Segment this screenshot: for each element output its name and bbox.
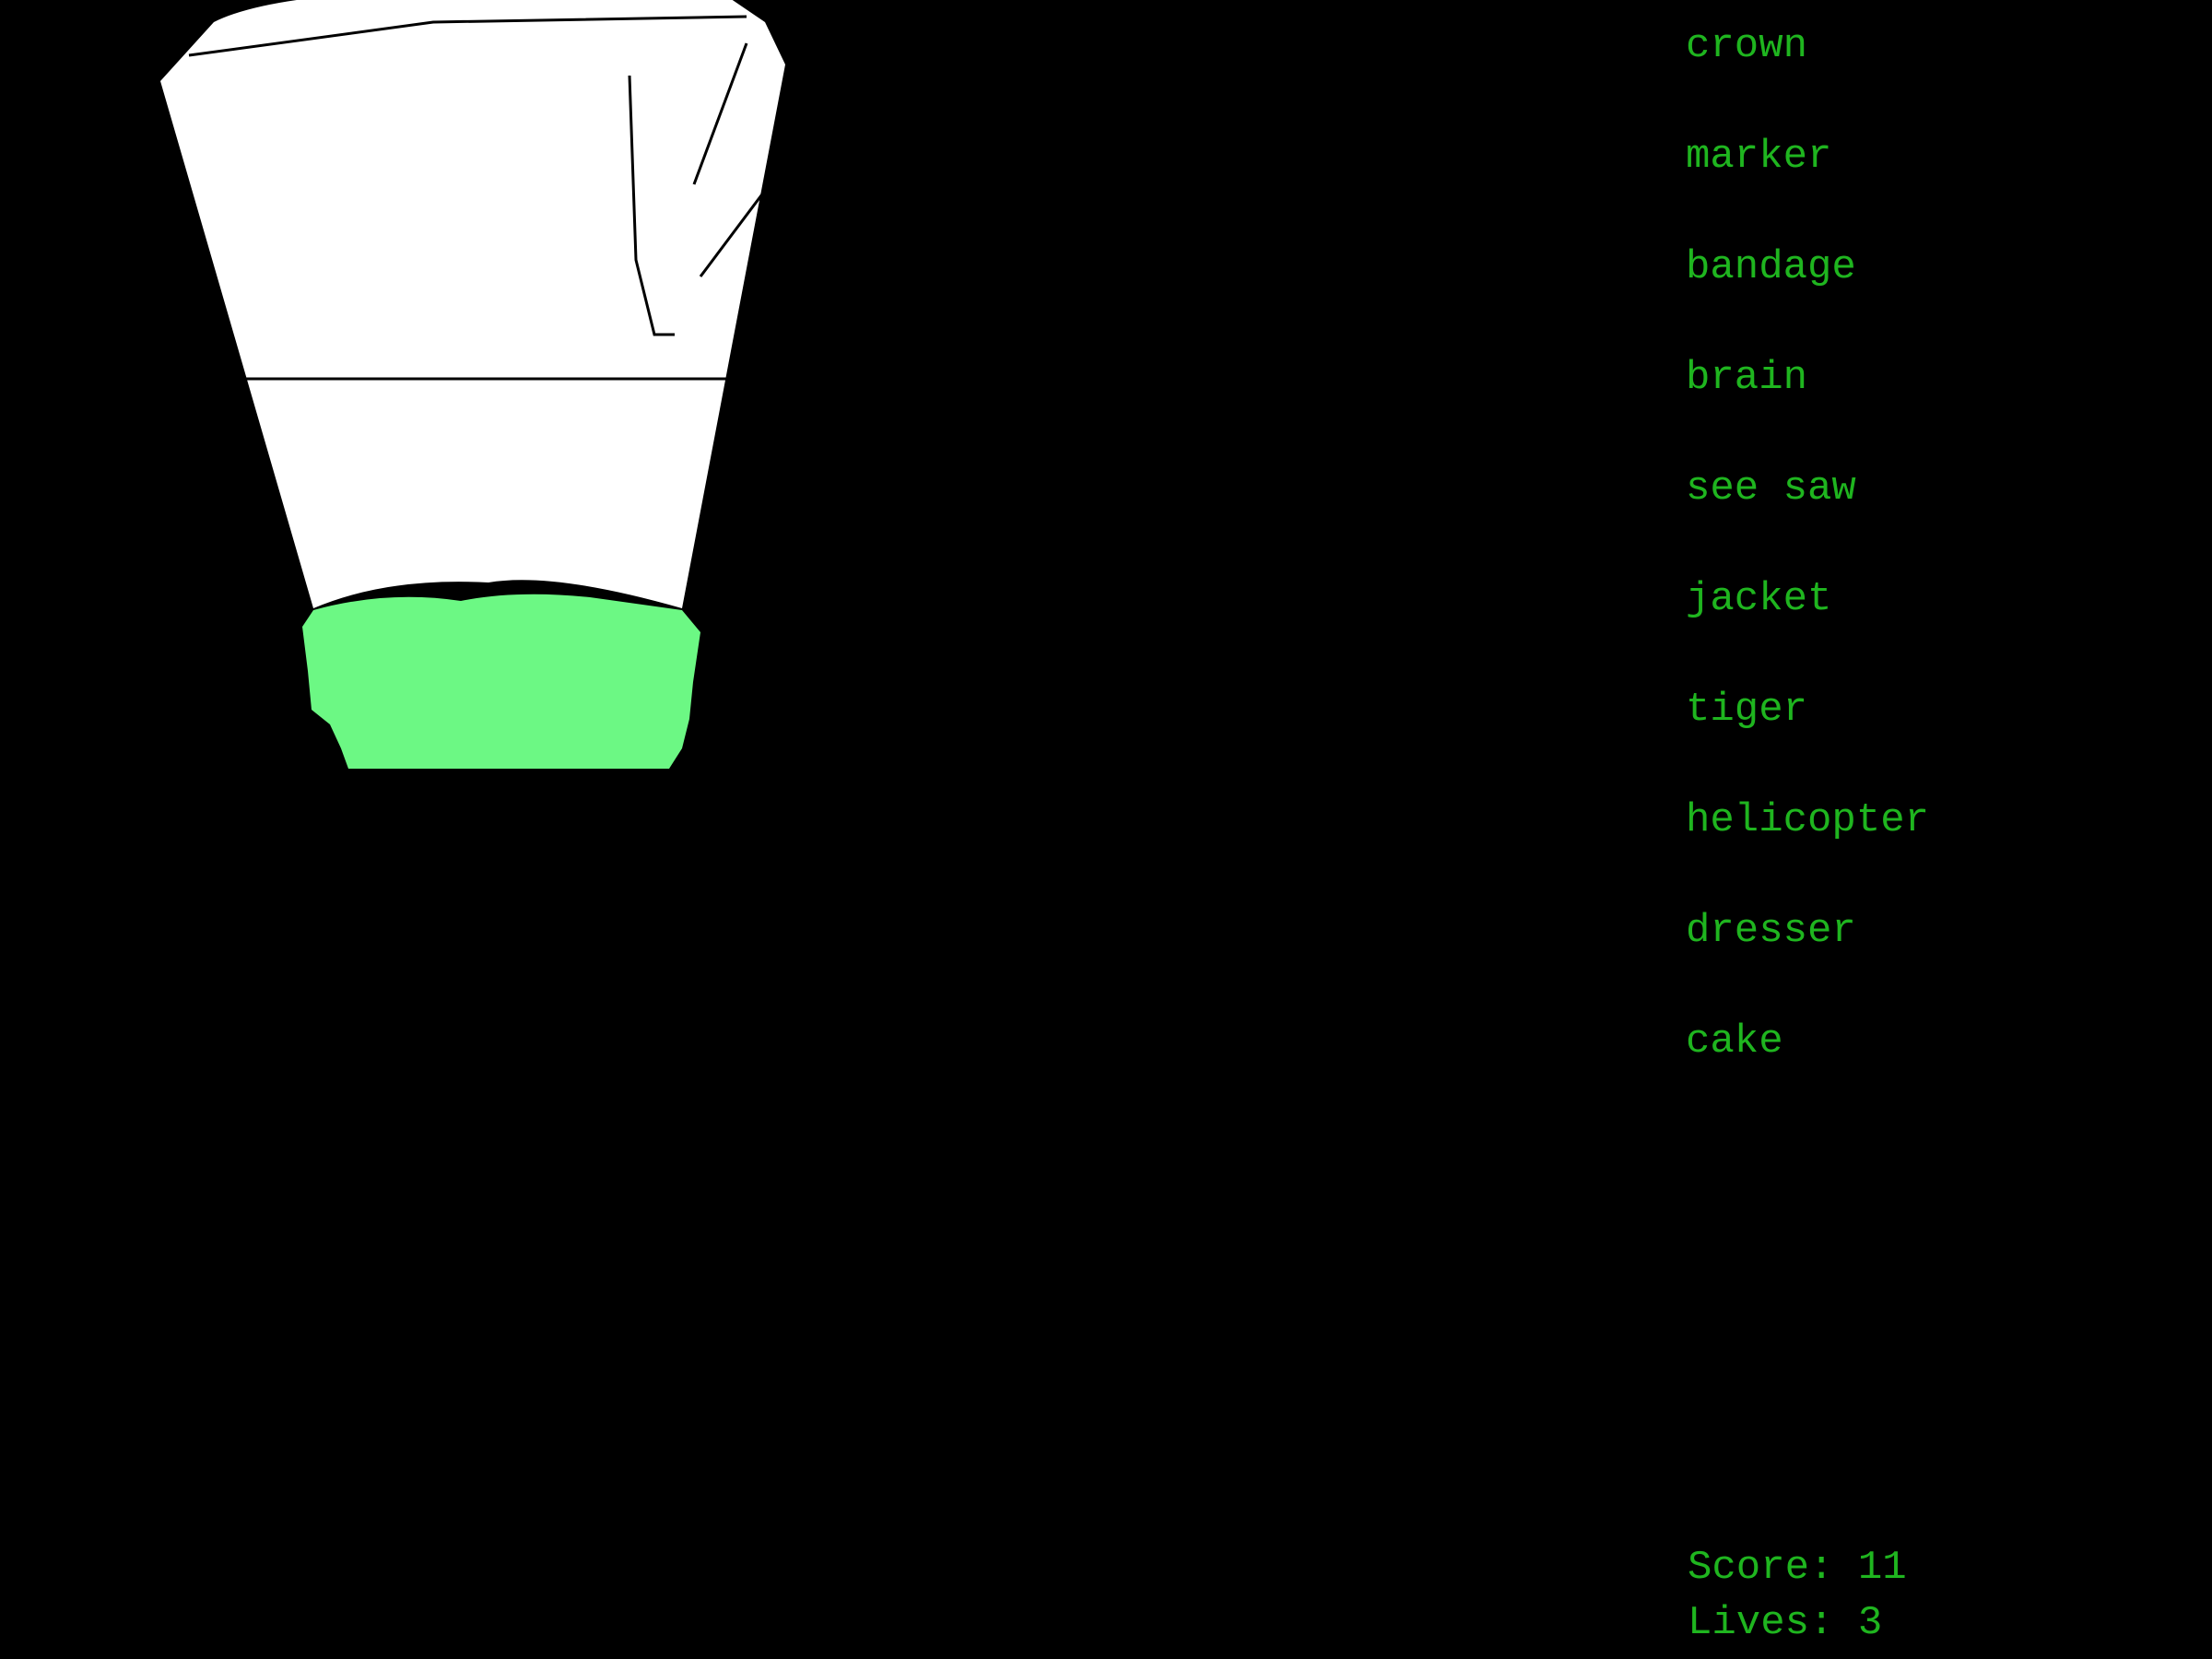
word-item: dresser <box>1686 908 1856 954</box>
lives-display: Lives: 3 <box>1688 1595 1882 1651</box>
lives-label: Lives: <box>1688 1600 1834 1646</box>
word-item: marker <box>1686 134 1832 180</box>
word-item: bandage <box>1686 244 1856 290</box>
word-item: see saw <box>1686 465 1856 512</box>
word-item: cake <box>1686 1018 1783 1065</box>
word-item: helicopter <box>1686 797 1930 843</box>
score-label: Score: <box>1688 1545 1834 1591</box>
word-item: brain <box>1686 355 1808 401</box>
drawing-canvas[interactable] <box>0 0 1659 1659</box>
word-item: jacket <box>1686 576 1832 622</box>
doodle-body <box>160 0 785 608</box>
word-item: crown <box>1686 23 1808 69</box>
word-item: tiger <box>1686 687 1808 733</box>
doodle-sketch-icon <box>160 0 785 608</box>
lives-value: 3 <box>1857 1600 1883 1646</box>
score-display: Score: 11 <box>1688 1540 1907 1595</box>
green-blob-icon <box>302 594 700 769</box>
score-value: 11 <box>1857 1545 1907 1591</box>
